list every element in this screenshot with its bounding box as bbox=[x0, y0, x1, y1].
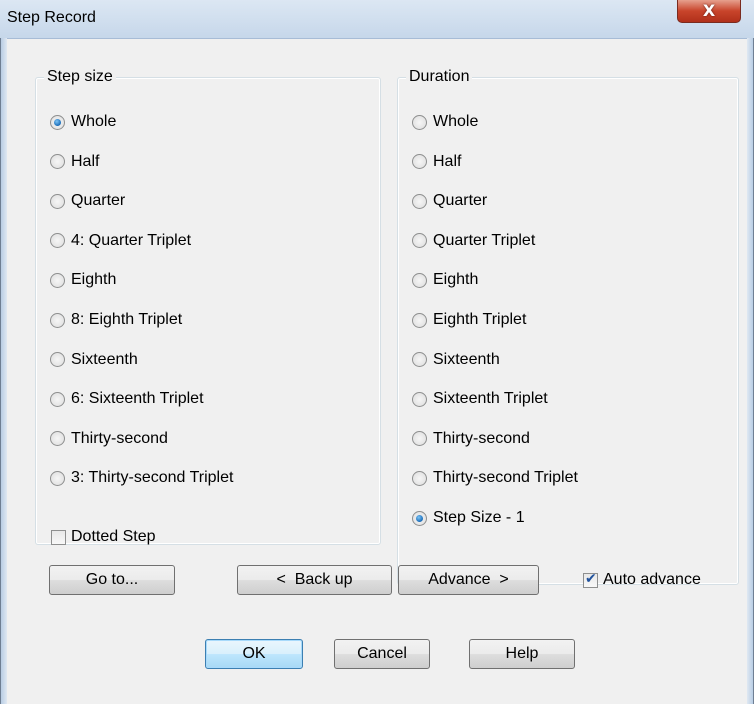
duration-radio-eighth[interactable]: Eighth bbox=[412, 270, 478, 290]
step-size-radio-3-thirty-second-triplet[interactable]: 3: Thirty-second Triplet bbox=[50, 468, 233, 488]
dotted-step-checkbox[interactable]: Dotted Step bbox=[51, 527, 156, 547]
window-frame-left bbox=[0, 38, 7, 704]
step-size-radio-whole[interactable]: Whole bbox=[50, 112, 116, 132]
duration-radio-thirty-second-triplet[interactable]: Thirty-second Triplet bbox=[412, 468, 578, 488]
step-record-dialog: Step Record X Step size Whole Half Quarter… bbox=[0, 0, 754, 704]
help-button-label: Help bbox=[505, 645, 539, 662]
close-icon: X bbox=[702, 1, 716, 20]
radio-button-icon[interactable] bbox=[50, 193, 65, 209]
duration-radio-label: Eighth bbox=[433, 271, 479, 289]
duration-radio-label: Quarter Triplet bbox=[433, 231, 536, 249]
go-to-button-label: Go to... bbox=[85, 571, 139, 588]
dotted-step-label: Dotted Step bbox=[71, 528, 156, 545]
auto-advance-checkbox[interactable]: Auto advance bbox=[583, 570, 701, 590]
step-size-radio-label: 8: Eighth Triplet bbox=[71, 311, 183, 328]
go-to-button[interactable]: Go to... bbox=[49, 565, 175, 595]
duration-group: Duration Whole Half Quarter Quarter Triplet… bbox=[397, 67, 739, 585]
title-bar[interactable]: Step Record X bbox=[0, 0, 754, 39]
duration-group-label: Duration bbox=[406, 67, 473, 87]
radio-button-icon[interactable] bbox=[412, 470, 427, 486]
window-title: Step Record bbox=[7, 9, 96, 26]
radio-button-icon[interactable] bbox=[412, 352, 427, 368]
radio-button-icon[interactable] bbox=[412, 193, 427, 209]
radio-button-icon[interactable] bbox=[50, 154, 65, 170]
duration-radio-label: Quarter bbox=[433, 192, 488, 210]
radio-button-icon[interactable] bbox=[412, 154, 427, 170]
cancel-button-label: Cancel bbox=[357, 645, 407, 662]
window-frame-right bbox=[747, 38, 754, 704]
radio-button-icon[interactable] bbox=[50, 391, 65, 407]
duration-radio-label: Thirty-second bbox=[433, 429, 530, 447]
step-size-group-label: Step size bbox=[44, 67, 116, 87]
duration-radio-label: Eighth Triplet bbox=[433, 311, 527, 328]
radio-button-icon[interactable] bbox=[50, 114, 65, 130]
step-size-radio-label: Quarter bbox=[71, 192, 126, 210]
step-size-radio-4-quarter-triplet[interactable]: 4: Quarter Triplet bbox=[50, 231, 191, 251]
help-button[interactable]: Help bbox=[469, 639, 575, 669]
duration-radio-label: Thirty-second Triplet bbox=[433, 469, 578, 487]
step-size-radio-label: Thirty-second bbox=[71, 429, 168, 447]
close-button[interactable]: X bbox=[677, 0, 741, 23]
step-size-radio-label: Sixteenth bbox=[71, 350, 138, 368]
radio-button-icon[interactable] bbox=[412, 510, 427, 526]
duration-radio-label: Sixteenth bbox=[433, 350, 500, 368]
duration-radio-eighth-triplet[interactable]: Eighth Triplet bbox=[412, 310, 526, 330]
radio-button-icon[interactable] bbox=[412, 114, 427, 130]
duration-radio-quarter[interactable]: Quarter bbox=[412, 191, 487, 211]
step-size-group: Step size Whole Half Quarter 4: Quarter Tri… bbox=[35, 67, 381, 545]
auto-advance-box[interactable] bbox=[583, 571, 598, 588]
duration-radio-label: Whole bbox=[433, 113, 479, 130]
back-up-button[interactable]: < Back up bbox=[237, 565, 392, 595]
duration-radio-sixteenth-triplet[interactable]: Sixteenth Triplet bbox=[412, 389, 548, 409]
radio-button-icon[interactable] bbox=[50, 272, 65, 288]
duration-radio-whole[interactable]: Whole bbox=[412, 112, 478, 132]
step-size-radio-half[interactable]: Half bbox=[50, 152, 99, 172]
duration-radio-label: Step Size - 1 bbox=[433, 509, 525, 526]
duration-radio-thirty-second[interactable]: Thirty-second bbox=[412, 429, 530, 449]
advance-button-label: Advance > bbox=[428, 571, 509, 588]
auto-advance-label: Auto advance bbox=[603, 571, 701, 588]
step-size-radio-sixteenth[interactable]: Sixteenth bbox=[50, 350, 138, 370]
step-size-radio-quarter[interactable]: Quarter bbox=[50, 191, 125, 211]
step-size-radio-6-sixteenth-triplet[interactable]: 6: Sixteenth Triplet bbox=[50, 389, 204, 409]
dialog-client-area: Step size Whole Half Quarter 4: Quarter Tri… bbox=[7, 39, 747, 704]
duration-radio-sixteenth[interactable]: Sixteenth bbox=[412, 350, 500, 370]
radio-button-icon[interactable] bbox=[50, 470, 65, 486]
duration-radio-label: Sixteenth Triplet bbox=[433, 390, 548, 408]
radio-button-icon[interactable] bbox=[50, 312, 65, 328]
duration-radio-label: Half bbox=[433, 152, 462, 170]
radio-button-icon[interactable] bbox=[412, 431, 427, 447]
step-size-radio-thirty-second[interactable]: Thirty-second bbox=[50, 429, 168, 449]
duration-radio-step-size-1[interactable]: Step Size - 1 bbox=[412, 508, 525, 528]
cancel-button[interactable]: Cancel bbox=[334, 639, 430, 669]
step-size-radio-label: 3: Thirty-second Triplet bbox=[71, 469, 234, 487]
ok-button-label: OK bbox=[242, 645, 266, 662]
dotted-step-box[interactable] bbox=[51, 529, 66, 545]
step-size-radio-label: Eighth bbox=[71, 271, 117, 289]
radio-button-icon[interactable] bbox=[412, 391, 427, 407]
step-size-radio-8-eighth-triplet[interactable]: 8: Eighth Triplet bbox=[50, 310, 182, 330]
step-size-radio-label: Whole bbox=[71, 113, 117, 130]
step-size-radio-label: 6: Sixteenth Triplet bbox=[71, 390, 204, 408]
step-size-radio-eighth[interactable]: Eighth bbox=[50, 270, 116, 290]
step-size-radio-label: Half bbox=[71, 152, 100, 170]
duration-radio-quarter-triplet[interactable]: Quarter Triplet bbox=[412, 231, 535, 251]
radio-button-icon[interactable] bbox=[412, 233, 427, 249]
radio-button-icon[interactable] bbox=[412, 272, 427, 288]
radio-button-icon[interactable] bbox=[50, 431, 65, 447]
step-size-radio-label: 4: Quarter Triplet bbox=[71, 231, 192, 249]
duration-radio-half[interactable]: Half bbox=[412, 152, 461, 172]
advance-button[interactable]: Advance > bbox=[398, 565, 539, 595]
radio-button-icon[interactable] bbox=[50, 352, 65, 368]
radio-button-icon[interactable] bbox=[412, 312, 427, 328]
radio-button-icon[interactable] bbox=[50, 233, 65, 249]
back-up-button-label: < Back up bbox=[276, 571, 353, 588]
ok-button[interactable]: OK bbox=[205, 639, 303, 669]
